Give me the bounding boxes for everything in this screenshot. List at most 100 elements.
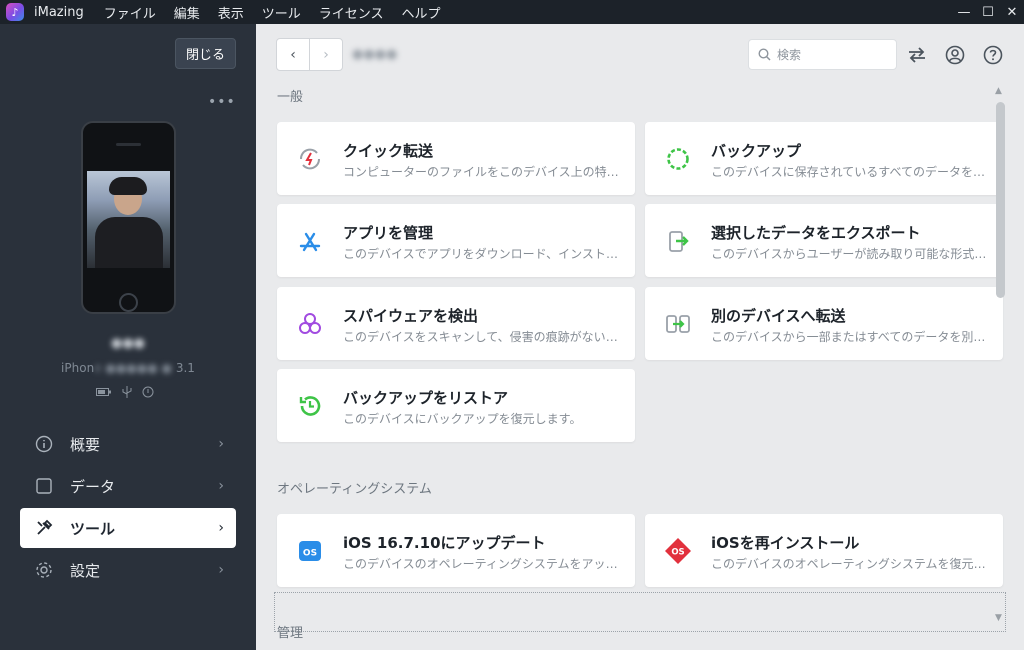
scroll-up-icon[interactable]: ▲	[995, 86, 1002, 96]
sidebar-item-data[interactable]: データ ›	[20, 466, 236, 506]
account-icon[interactable]	[944, 44, 966, 66]
device-screen-photo	[87, 171, 170, 268]
search-input[interactable]	[777, 47, 877, 62]
sidebar-nav: 概要 › データ › ツール › 設定 ›	[20, 424, 236, 592]
device-model: iPhone ●●●●● ● 3.1	[0, 361, 256, 375]
transfer-arrows-icon[interactable]	[906, 44, 928, 66]
sidebar-item-tools[interactable]: ツール ›	[20, 508, 236, 548]
card-description: このデバイスからユーザーが読み取り可能な形式でデータをエクスポートします。	[711, 247, 991, 261]
back-button[interactable]: ‹	[277, 39, 309, 70]
menu-file[interactable]: ファイル	[104, 3, 156, 22]
scrollbar-thumb[interactable]	[996, 102, 1005, 298]
svg-text:OS: OS	[671, 548, 684, 558]
device-status-icons	[96, 386, 154, 401]
device-model-blurred: e ●●●●● ●	[94, 361, 173, 375]
export-icon	[663, 226, 693, 256]
app-name: iMazing	[34, 4, 84, 20]
device-transfer-icon	[663, 309, 693, 339]
forward-button[interactable]: ›	[309, 39, 342, 70]
app-store-icon	[295, 226, 325, 256]
chevron-right-icon: ›	[218, 436, 224, 452]
menu-tools[interactable]: ツール	[262, 3, 301, 22]
card-title: iOS 16.7.10にアップデート	[343, 534, 546, 552]
speaker-grille	[116, 143, 141, 146]
breadcrumb: ●●●●	[352, 47, 398, 62]
biohazard-icon	[295, 309, 325, 339]
ios-update-icon: OS	[295, 536, 325, 566]
focus-outline	[274, 592, 1006, 632]
home-button-icon	[119, 293, 138, 312]
title-bar: ♪ iMazing ファイル 編集 表示 ツール ライセンス ヘルプ — ☐ ✕	[0, 0, 1024, 24]
square-icon	[34, 477, 54, 495]
backup-icon	[663, 144, 693, 174]
card-description: コンピューターのファイルをこのデバイス上の特定のアプリに転送します。	[343, 165, 623, 179]
gear-icon	[34, 561, 54, 579]
card-title: スパイウェアを検出	[343, 307, 479, 325]
menu-edit[interactable]: 編集	[174, 3, 200, 22]
quick-transfer-icon	[295, 144, 325, 174]
sidebar-item-label: データ	[70, 477, 116, 496]
card-description: このデバイスのオペレーティングシステムをアップデートします。	[343, 557, 623, 571]
card-title: アプリを管理	[343, 224, 434, 242]
maximize-button[interactable]: ☐	[976, 5, 1000, 20]
section-title-os: オペレーティングシステム	[277, 482, 432, 497]
card-title: 選択したデータをエクスポート	[711, 224, 921, 242]
scrollbar[interactable]: ▲ ▼	[993, 86, 1007, 631]
card-title: iOSを再インストール	[711, 534, 860, 552]
svg-text:OS: OS	[303, 549, 317, 559]
header-actions	[906, 44, 1004, 66]
card-transfer-device[interactable]: 別のデバイスへ転送 このデバイスから一部またはすべてのデータを別のデバイスに転送…	[645, 287, 1003, 360]
card-title: クイック転送	[343, 142, 434, 160]
section-title-general: 一般	[277, 90, 304, 105]
card-description: このデバイスのオペレーティングシステムを復元します。	[711, 557, 991, 571]
menu-license[interactable]: ライセンス	[319, 3, 384, 22]
chevron-right-icon: ›	[218, 562, 224, 578]
minimize-button[interactable]: —	[952, 5, 976, 20]
sidebar-item-settings[interactable]: 設定 ›	[20, 550, 236, 590]
card-restore-backup[interactable]: バックアップをリストア このデバイスにバックアップを復元します。	[277, 369, 635, 442]
card-description: このデバイスでアプリをダウンロード、インストール、バックアップします。	[343, 247, 623, 261]
section-title-manage: 管理	[277, 626, 304, 641]
device-model-prefix: iPhon	[61, 361, 95, 375]
search-icon	[758, 48, 771, 61]
menu-bar: ファイル 編集 表示 ツール ライセンス ヘルプ	[104, 3, 459, 22]
close-button[interactable]: 閉じる	[175, 38, 236, 69]
card-spyware[interactable]: スパイウェアを検出 このデバイスをスキャンして、侵害の痕跡がないか確認します。	[277, 287, 635, 360]
photo-figure	[95, 217, 163, 268]
card-ios-reinstall[interactable]: OS iOSを再インストール このデバイスのオペレーティングシステムを復元します…	[645, 514, 1003, 587]
window-controls: — ☐ ✕	[952, 0, 1024, 24]
history-nav: ‹ ›	[276, 38, 343, 71]
card-description: このデバイスをスキャンして、侵害の痕跡がないか確認します。	[343, 330, 623, 344]
sidebar-item-overview[interactable]: 概要 ›	[20, 424, 236, 464]
sidebar-item-label: 設定	[70, 561, 101, 580]
close-window-button[interactable]: ✕	[1000, 5, 1024, 20]
search-box[interactable]	[748, 39, 897, 70]
card-ios-update[interactable]: OS iOS 16.7.10にアップデート このデバイスのオペレーティングシステ…	[277, 514, 635, 587]
card-description: このデバイスに保存されているすべてのデータをバックアップします。	[711, 165, 991, 179]
card-title: バックアップ	[711, 142, 802, 160]
restore-icon	[295, 391, 325, 421]
main-content: ‹ › ●●●● 一般 クイック転送 コンピューターのファイルをこのデバイス上の…	[256, 24, 1024, 650]
usb-icon	[122, 386, 132, 401]
menu-view[interactable]: 表示	[218, 3, 244, 22]
device-image	[81, 121, 176, 314]
power-info-icon[interactable]	[142, 386, 154, 401]
info-icon	[34, 435, 54, 453]
sidebar-item-label: 概要	[70, 435, 101, 454]
chevron-right-icon: ›	[218, 520, 224, 536]
sidebar: 閉じる ••• ●●● iPhone ●●●●● ● 3.1 概要 › データ …	[0, 24, 256, 650]
scroll-down-icon[interactable]: ▼	[995, 613, 1002, 623]
card-title: バックアップをリストア	[343, 389, 509, 407]
more-options-icon[interactable]: •••	[208, 94, 236, 110]
card-description: このデバイスから一部またはすべてのデータを別のデバイスに転送します。	[711, 330, 991, 344]
card-backup[interactable]: バックアップ このデバイスに保存されているすべてのデータをバックアップします。	[645, 122, 1003, 195]
help-icon[interactable]	[982, 44, 1004, 66]
menu-help[interactable]: ヘルプ	[402, 3, 441, 22]
chevron-right-icon: ›	[218, 478, 224, 494]
card-quick-transfer[interactable]: クイック転送 コンピューターのファイルをこのデバイス上の特定のアプリに転送します…	[277, 122, 635, 195]
battery-icon	[96, 386, 112, 401]
app-logo-icon: ♪	[6, 3, 24, 21]
card-manage-apps[interactable]: アプリを管理 このデバイスでアプリをダウンロード、インストール、バックアップしま…	[277, 204, 635, 277]
sidebar-item-label: ツール	[70, 519, 116, 538]
card-export-data[interactable]: 選択したデータをエクスポート このデバイスからユーザーが読み取り可能な形式でデー…	[645, 204, 1003, 277]
